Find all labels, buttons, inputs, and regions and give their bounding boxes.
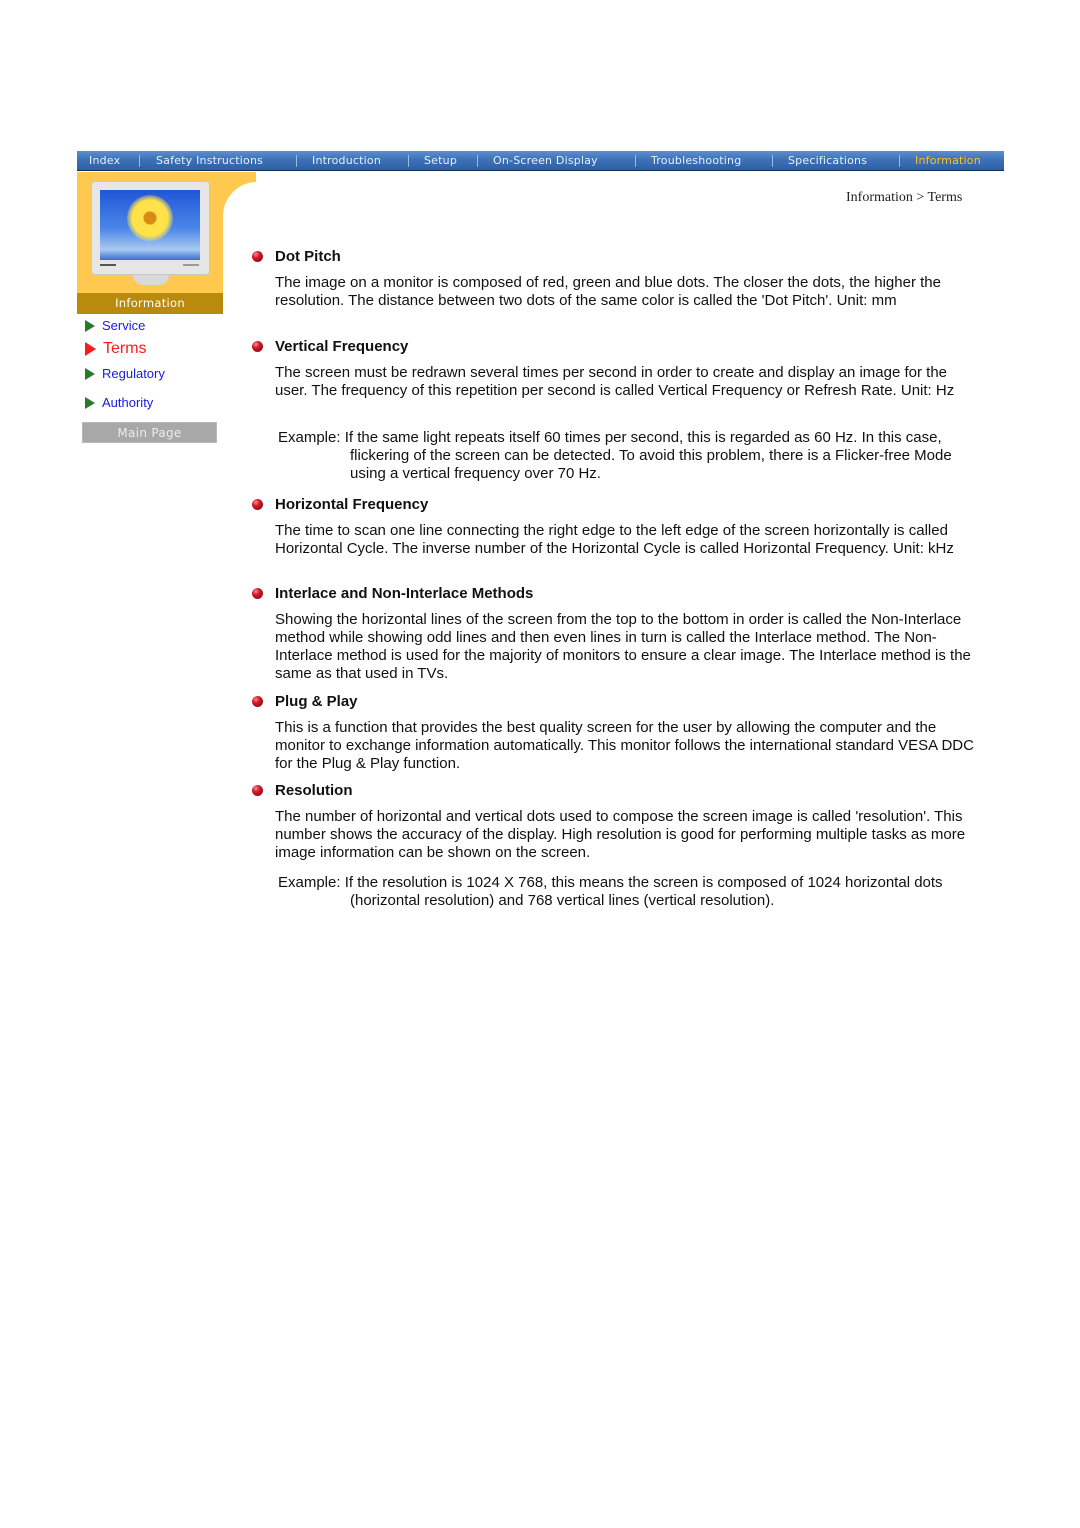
- breadcrumb: Information > Terms: [846, 190, 963, 205]
- nav-separator: [139, 155, 140, 167]
- monitor-stand: [133, 275, 169, 285]
- triangle-arrow-icon: [85, 396, 95, 409]
- nav-separator: [772, 155, 773, 167]
- sidebar-link-terms[interactable]: Terms: [85, 340, 147, 358]
- nav-tab-introduction[interactable]: Introduction: [312, 154, 381, 167]
- monitor-brand-mark: [100, 264, 116, 266]
- monitor-image: [91, 181, 210, 289]
- section-heading-dot-pitch: Dot Pitch: [252, 248, 341, 265]
- nav-tab-troubleshooting[interactable]: Troubleshooting: [651, 154, 741, 167]
- section-title: Resolution: [275, 782, 353, 799]
- nav-separator: [408, 155, 409, 167]
- section-title: Horizontal Frequency: [275, 496, 429, 513]
- sidebar-link-label: Regulatory: [102, 366, 165, 381]
- red-bullet-icon: [252, 251, 263, 262]
- section-title: Plug & Play: [275, 693, 358, 710]
- nav-tab-specifications[interactable]: Specifications: [788, 154, 867, 167]
- sunflower-icon: [127, 195, 173, 241]
- section-body: The number of horizontal and vertical do…: [275, 808, 966, 861]
- sidebar-link-label: Service: [102, 318, 146, 333]
- sidebar-link-label: Terms: [103, 340, 147, 357]
- section-body: Showing the horizontal lines of the scre…: [275, 611, 971, 682]
- red-bullet-icon: [252, 499, 263, 510]
- section-example: Example: If the same light repeats itsel…: [278, 429, 952, 482]
- section-heading-interlace-methods: Interlace and Non-Interlace Methods: [252, 585, 533, 602]
- red-bullet-icon: [252, 696, 263, 707]
- section-heading-plug-and-play: Plug & Play: [252, 693, 358, 710]
- nav-separator: [296, 155, 297, 167]
- sidebar-link-authority[interactable]: Authority: [85, 395, 153, 410]
- triangle-arrow-icon: [85, 367, 95, 380]
- section-title: Dot Pitch: [275, 248, 341, 265]
- triangle-arrow-icon: [85, 319, 95, 332]
- red-bullet-icon: [252, 588, 263, 599]
- section-body: The image on a monitor is composed of re…: [275, 274, 941, 309]
- section-title: Interlace and Non-Interlace Methods: [275, 585, 534, 602]
- nav-tab-setup[interactable]: Setup: [424, 154, 457, 167]
- nav-tab-information[interactable]: Information: [915, 154, 981, 167]
- sidebar-section-label: Information: [77, 293, 223, 314]
- nav-separator: [899, 155, 900, 167]
- sidebar-header-curve: [223, 172, 293, 322]
- sidebar-link-service[interactable]: Service: [85, 318, 145, 333]
- red-bullet-icon: [252, 785, 263, 796]
- section-body: The time to scan one line connecting the…: [275, 522, 954, 557]
- section-title: Vertical Frequency: [275, 338, 409, 355]
- nav-separator: [477, 155, 478, 167]
- sidebar-link-label: Authority: [102, 395, 154, 410]
- red-bullet-icon: [252, 341, 263, 352]
- nav-tab-index[interactable]: Index: [89, 154, 120, 167]
- nav-tab-safety-instructions[interactable]: Safety Instructions: [156, 154, 263, 167]
- section-body: This is a function that provides the bes…: [275, 719, 974, 772]
- section-heading-horizontal-frequency: Horizontal Frequency: [252, 496, 428, 513]
- monitor-model-mark: [183, 264, 199, 266]
- section-heading-resolution: Resolution: [252, 782, 353, 799]
- section-heading-vertical-frequency: Vertical Frequency: [252, 338, 408, 355]
- section-body: The screen must be redrawn several times…: [275, 364, 955, 399]
- nav-separator: [635, 155, 636, 167]
- sidebar-link-regulatory[interactable]: Regulatory: [85, 366, 165, 381]
- main-page-button[interactable]: Main Page: [82, 422, 217, 443]
- section-example: Example: If the resolution is 1024 X 768…: [278, 874, 943, 909]
- top-navigation-bar: Index Safety Instructions Introduction S…: [77, 151, 1004, 171]
- triangle-arrow-icon: [85, 342, 96, 356]
- nav-tab-on-screen-display[interactable]: On-Screen Display: [493, 154, 598, 167]
